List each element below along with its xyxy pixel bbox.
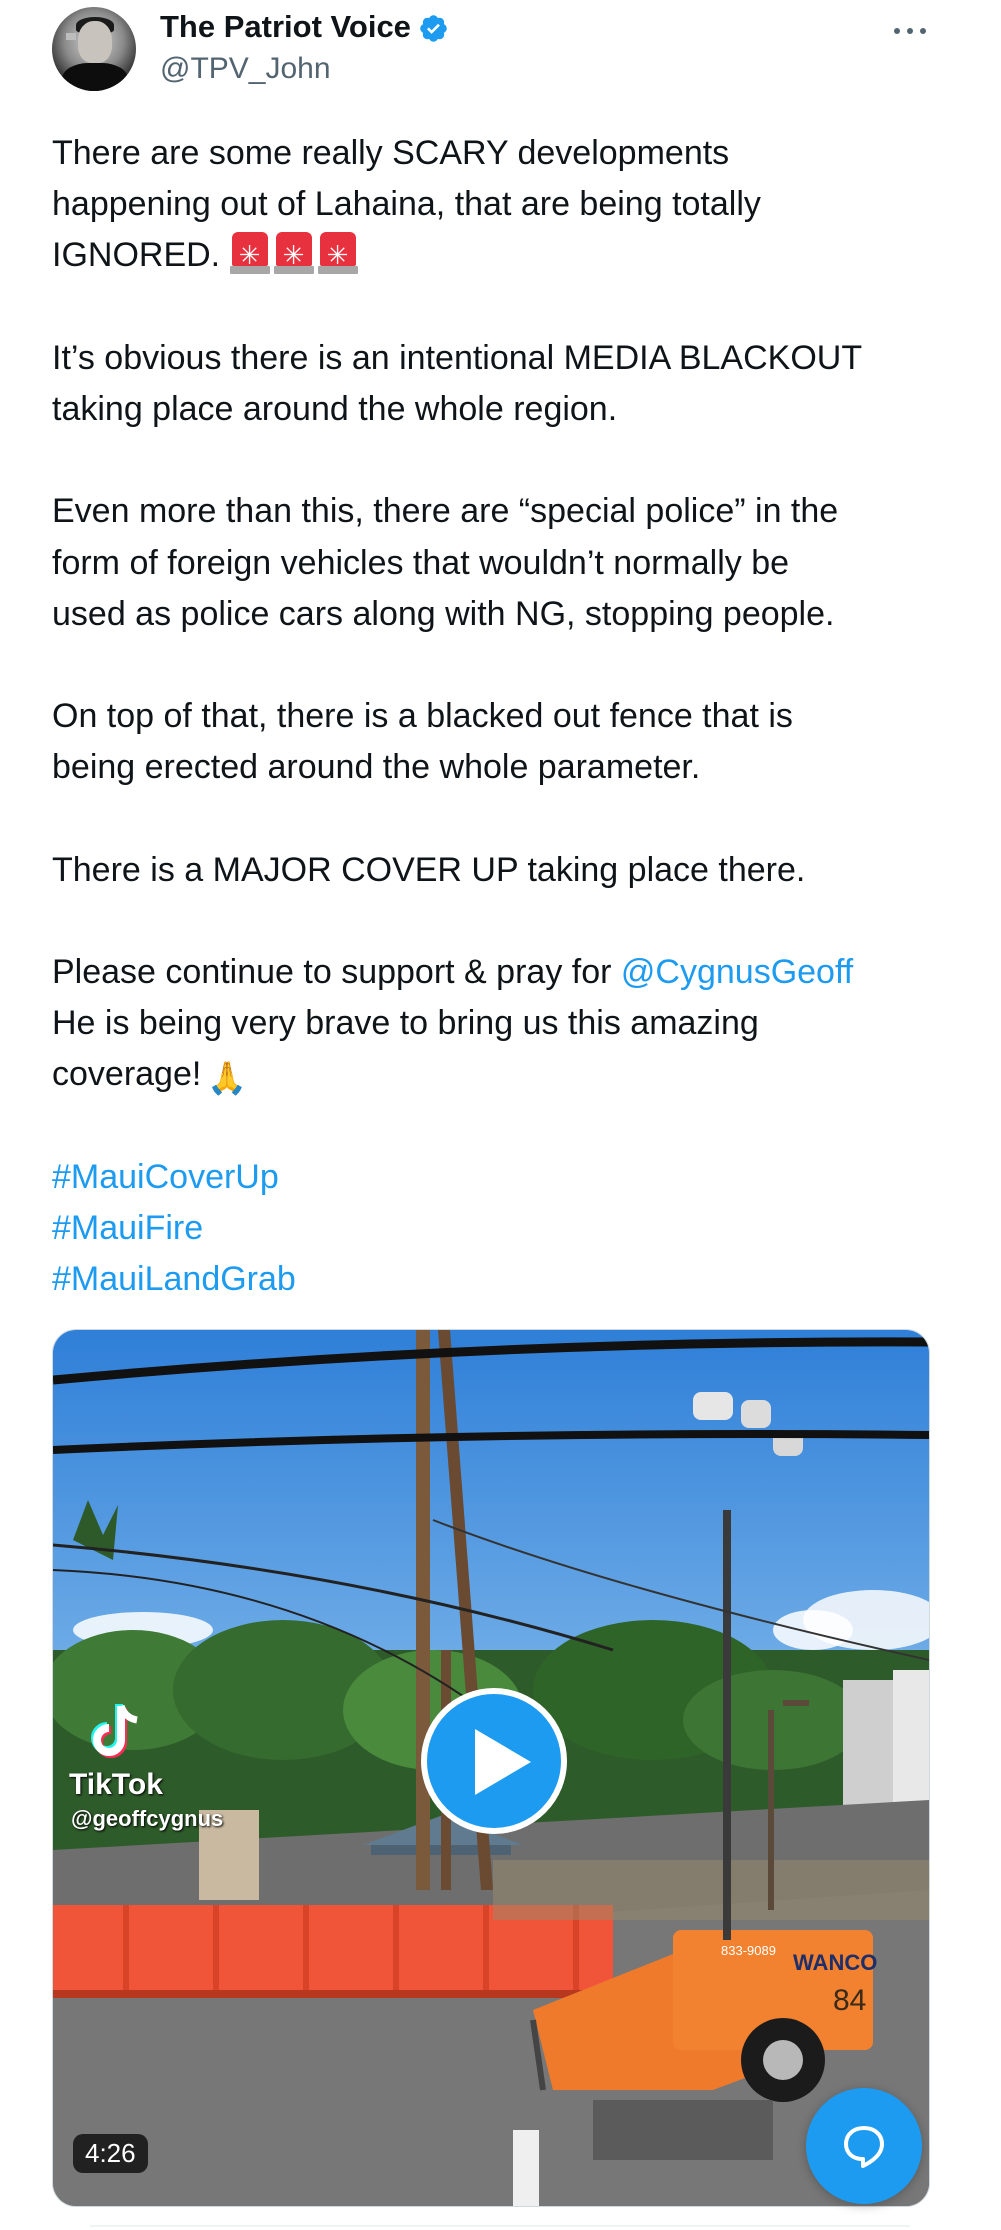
hashtag-link[interactable]: #MauiFire [52, 1203, 952, 1254]
chat-bubble-icon [844, 2126, 884, 2168]
generator-brand-label: WANCO [793, 1950, 877, 1975]
play-icon [475, 1729, 531, 1795]
tweet-line: Please continue to support & pray for @C… [52, 947, 952, 998]
author-handle[interactable]: @TPV_John [160, 52, 331, 86]
tweet-line-text: IGNORED. [52, 236, 221, 275]
verified-badge-icon [420, 15, 447, 42]
video-duration-badge: 4:26 [73, 2134, 148, 2173]
chat-button[interactable] [806, 2088, 922, 2204]
tweet-line: He is being very brave to bring us this … [52, 1004, 759, 1043]
tiktok-brand-label: TikTok [69, 1768, 163, 1801]
tweet-line-text: Please continue to support & pray for [52, 953, 612, 991]
tweet-line: coverage! 🙏 [52, 1049, 952, 1100]
tweet-line: It’s obvious there is an intentional MED… [52, 338, 863, 377]
generator-number-label: 84 [833, 1984, 866, 2017]
tweet-line: On top of that, there is a blacked out f… [52, 697, 793, 736]
tweet-line: There are some really SCARY developments [52, 134, 730, 172]
police-car-light-emoji-icon: ✳ [273, 232, 314, 276]
tweet-line: Even more than this, there are “special … [52, 492, 839, 531]
tweet-line: being erected around the whole parameter… [52, 748, 701, 787]
tiktok-logo-icon [91, 1704, 138, 1758]
tweet-line-text: coverage! [52, 1055, 202, 1094]
divider [90, 2225, 910, 2227]
hashtag-link[interactable]: #MauiCoverUp [52, 1152, 952, 1203]
tweet-line: There is a MAJOR COVER UP taking place t… [52, 850, 806, 889]
tweet-line: taking place around the whole region. [52, 389, 618, 428]
video-player[interactable]: WANCO 84 833-9089 TikTok @geoffcygnus 4:… [52, 1329, 930, 2207]
generator-phone-label: 833-9089 [721, 1943, 776, 1958]
tiktok-handle-label: @geoffcygnus [71, 1806, 224, 1831]
more-options-icon[interactable] [890, 18, 930, 42]
play-button[interactable] [421, 1688, 567, 1834]
avatar[interactable] [52, 7, 136, 91]
tweet-line: IGNORED. ✳ ✳ ✳ [52, 230, 952, 281]
police-car-light-emoji-icon: ✳ [317, 232, 358, 276]
mention-link[interactable]: @CygnusGeoff [621, 953, 853, 991]
hashtag-link[interactable]: #MauiLandGrab [52, 1254, 952, 1305]
tweet-text: There are some really SCARY developments… [52, 128, 952, 1305]
tweet-line: form of foreign vehicles that wouldn’t n… [52, 543, 790, 582]
tweet-line: happening out of Lahaina, that are being… [52, 185, 761, 224]
author-display-name[interactable]: The Patriot Voice [160, 9, 411, 45]
tweet-line: used as police cars along with NG, stopp… [52, 594, 835, 633]
folded-hands-emoji-icon: 🙏 [207, 1060, 248, 1097]
police-car-light-emoji-icon: ✳ [229, 232, 270, 276]
tweet-header: The Patriot Voice @TPV_John [0, 0, 1001, 115]
